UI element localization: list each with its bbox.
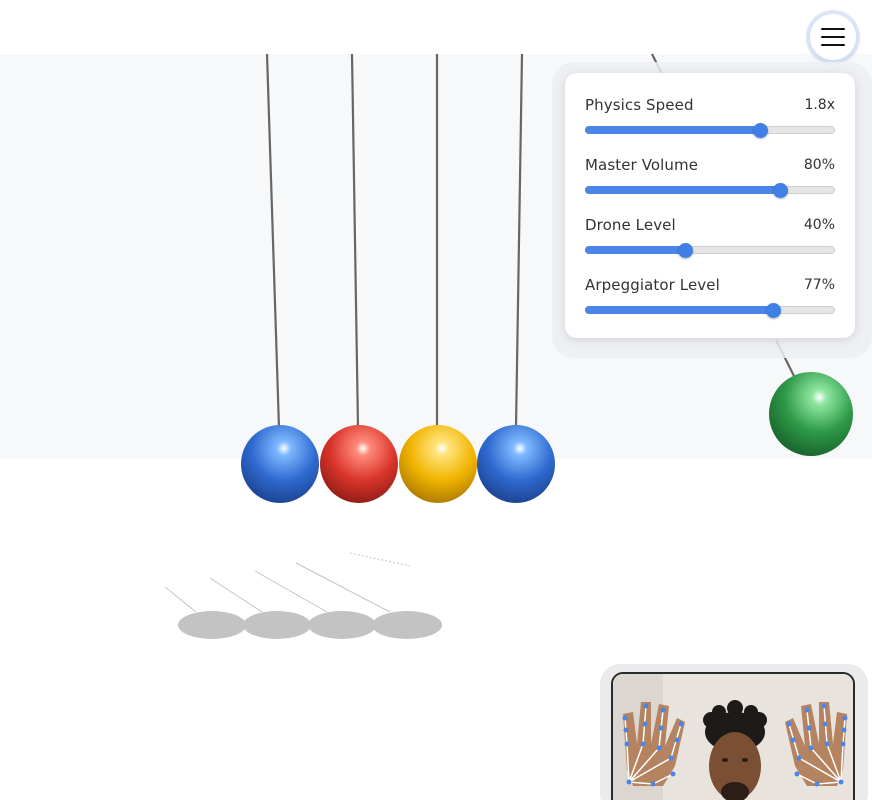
slider-thumb[interactable] [773,183,788,198]
physics-speed-slider[interactable] [585,123,835,138]
pendulum-ball-green[interactable] [769,372,853,456]
pendulum-ball-blue[interactable] [477,425,555,503]
master-volume-slider[interactable] [585,183,835,198]
slider-thumb[interactable] [765,303,781,318]
ball-shadow [308,611,376,639]
ball-shadow [178,611,246,639]
hamburger-menu-icon [821,28,845,46]
drone-level-slider[interactable] [585,243,835,258]
webcam-feed [613,674,853,800]
pendulum-ball-yellow[interactable] [399,425,477,503]
ball-shadow [243,611,311,639]
settings-panel: Physics Speed 1.8x Master Volume 80% Dro… [565,73,855,338]
control-label: Master Volume [585,156,699,174]
slider-thumb[interactable] [753,123,768,138]
control-label: Arpeggiator Level [585,276,720,294]
control-physics-speed: Physics Speed 1.8x [585,95,835,155]
control-value: 77% [803,277,835,293]
control-drone-level: Drone Level 40% [585,215,835,275]
pendulum-ball-blue[interactable] [241,425,319,503]
arpeggiator-level-slider[interactable] [585,303,835,318]
ball-shadow [372,611,442,639]
slider-thumb[interactable] [678,243,693,258]
control-label: Physics Speed [585,96,694,114]
control-label: Drone Level [585,216,676,234]
control-value: 80% [803,157,835,173]
floor-shadows [164,552,442,639]
control-master-volume: Master Volume 80% [585,155,835,215]
control-arpeggiator-level: Arpeggiator Level 77% [585,275,835,335]
control-value: 40% [803,217,835,233]
control-value: 1.8x [804,97,835,113]
webcam-preview [611,672,855,800]
pendulum-ball-red[interactable] [320,425,398,503]
menu-button[interactable] [810,14,856,60]
